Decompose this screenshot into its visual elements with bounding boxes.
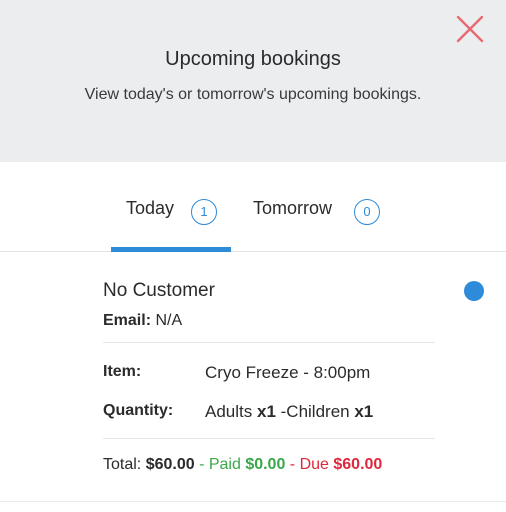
total-label: Total: [103,456,146,473]
item-label: Item: [103,363,142,380]
customer-name: No Customer [103,280,215,301]
divider [103,438,435,439]
modal-subtitle: View today's or tomorrow's upcoming book… [84,86,422,103]
status-dot-icon [464,281,484,301]
adults-count: x1 [256,402,276,421]
adults-label: Adults [205,402,257,421]
booking-card[interactable]: No Customer Email: N/A Item: Cryo Freeze… [0,252,506,502]
modal-title: Upcoming bookings [165,48,341,70]
quantity-label: Quantity: [103,402,174,419]
children-count: x1 [354,402,374,421]
email-value: N/A [155,312,183,329]
children-label: -Children [275,402,355,421]
close-button[interactable] [454,14,486,44]
booking-tabs: Today 1 Tomorrow 0 [0,162,506,252]
total-value: $60.00 [145,456,195,473]
due-label: - Due [285,456,334,473]
item-value: Cryo Freeze - 8:00pm [205,363,371,382]
tab-today-label: Today [126,198,175,218]
tab-today[interactable]: Today 1 [111,198,231,252]
tab-tomorrow[interactable]: Tomorrow 0 [253,198,385,252]
due-value: $60.00 [333,456,383,473]
paid-value: $0.00 [245,456,286,473]
tab-today-count-badge: 1 [191,199,217,225]
close-x-icon [456,15,484,43]
modal-header: Upcoming bookings View today's or tomorr… [0,0,506,162]
tab-tomorrow-label: Tomorrow [253,198,333,218]
email-label: Email: [103,312,152,329]
tab-tomorrow-count-badge: 0 [354,199,380,225]
paid-label: - Paid [194,456,246,473]
total-row: Total: $60.00 - Paid $0.00 - Due $60.00 [103,456,382,474]
divider [103,342,435,343]
email-row: Email: N/A [103,312,182,330]
quantity-value: Adults x1 -Children x1 [205,402,373,422]
